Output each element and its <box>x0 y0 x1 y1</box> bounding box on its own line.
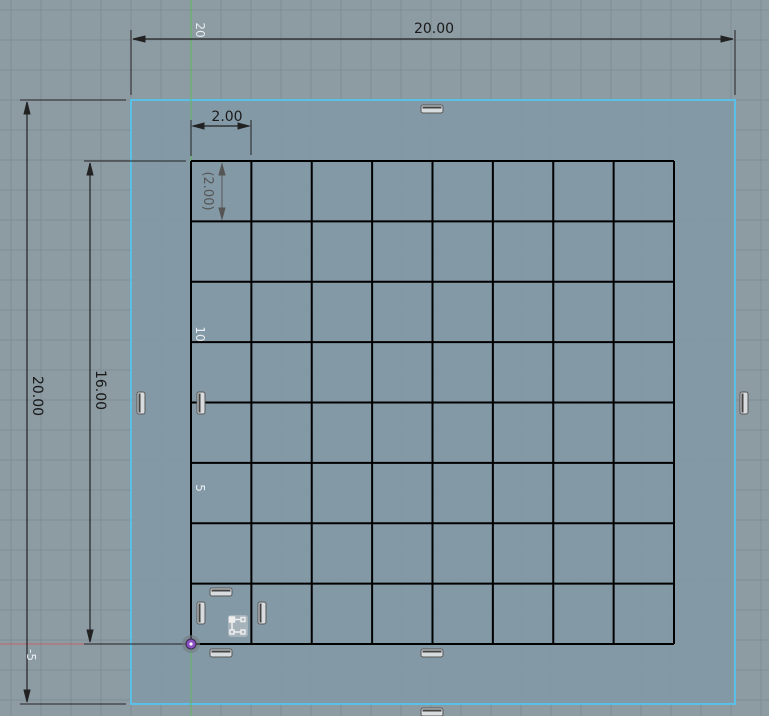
vertical-constraint-icon <box>196 601 206 625</box>
constraint-glyph-bar <box>198 393 201 413</box>
sketch-canvas[interactable]: 20.00 20.00 16.00 2.00 (2.00) 20 10 5 -5 <box>0 0 769 716</box>
rectangular-pattern-icon[interactable] <box>228 615 248 637</box>
vertical-constraint-icon <box>739 391 749 415</box>
vertical-constraint-icon <box>136 391 146 415</box>
constraint-glyph-bar <box>198 603 201 623</box>
constraint-glyph-body <box>136 391 146 415</box>
constraint-glyph-bar <box>211 650 231 653</box>
horizontal-constraint-icon <box>420 648 444 658</box>
dimension-grid-height-label[interactable]: 16.00 <box>92 370 108 410</box>
constraint-glyph-body <box>420 648 444 658</box>
constraint-glyph-body <box>209 587 233 597</box>
constraint-glyph-bar <box>422 709 442 712</box>
dimension-cell-height-label[interactable]: (2.00) <box>200 171 215 210</box>
constraint-glyph-body <box>257 601 267 625</box>
origin-point[interactable] <box>182 635 200 653</box>
constraint-glyph-body <box>420 707 444 716</box>
constraint-glyph-body <box>420 104 444 114</box>
axis-label-10: 10 <box>193 326 207 341</box>
constraint-glyph-bar <box>422 650 442 653</box>
dimension-cell-width-label[interactable]: 2.00 <box>211 109 242 125</box>
constraint-glyph-bar <box>741 393 744 413</box>
dimension-overall-width-label[interactable]: 20.00 <box>414 21 454 37</box>
vertical-constraint-icon <box>196 391 206 415</box>
horizontal-constraint-icon <box>209 648 233 658</box>
constraint-glyph-bar <box>259 603 262 623</box>
horizontal-constraint-icon <box>209 587 233 597</box>
axis-label-20: 20 <box>193 22 207 37</box>
axis-label-5: 5 <box>193 484 207 492</box>
constraint-glyph-bar <box>211 589 231 592</box>
horizontal-constraint-icon <box>420 707 444 716</box>
horizontal-constraint-icon <box>420 104 444 114</box>
axis-label-neg5: -5 <box>24 649 38 661</box>
dimension-overall-height-label[interactable]: 20.00 <box>29 376 45 416</box>
constraint-glyph-body <box>209 648 233 658</box>
vertical-constraint-icon <box>257 601 267 625</box>
constraint-glyph-bar <box>422 106 442 109</box>
constraint-glyph-body <box>196 391 206 415</box>
constraint-glyph-bar <box>138 393 141 413</box>
constraint-glyph-body <box>739 391 749 415</box>
constraint-glyph-body <box>196 601 206 625</box>
